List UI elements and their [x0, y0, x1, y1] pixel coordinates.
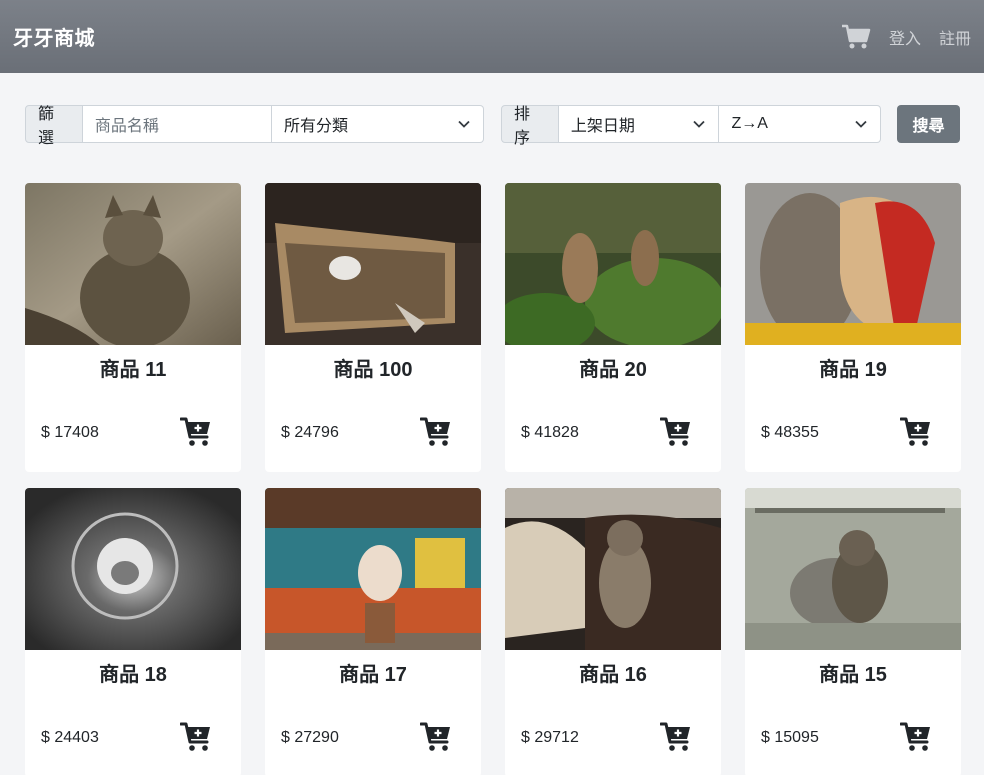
category-select[interactable]: 所有分類 — [271, 105, 484, 143]
chevron-down-icon — [458, 120, 470, 128]
add-to-cart-icon[interactable] — [420, 417, 452, 447]
category-value: 所有分類 — [283, 118, 348, 135]
sort-order-value: Z→A — [731, 115, 768, 132]
product-title[interactable]: 商品 20 — [505, 353, 721, 382]
add-to-cart-icon[interactable] — [900, 722, 932, 752]
search-button[interactable]: 搜尋 — [897, 105, 960, 143]
chevron-down-icon — [855, 120, 867, 128]
product-price: $ 48355 — [761, 424, 819, 441]
add-to-cart-icon[interactable] — [420, 722, 452, 752]
login-link[interactable]: 登入 — [889, 25, 921, 49]
product-title[interactable]: 商品 17 — [265, 658, 481, 687]
product-title[interactable]: 商品 19 — [745, 353, 961, 382]
product-name-placeholder: 商品名稱 — [94, 118, 159, 135]
product-price: $ 17408 — [41, 424, 99, 441]
add-to-cart-icon[interactable] — [900, 417, 932, 447]
product-card[interactable]: 商品 18 $ 24403 — [25, 488, 241, 775]
product-card[interactable]: 商品 16 $ 29712 — [505, 488, 721, 775]
product-title[interactable]: 商品 18 — [25, 658, 241, 687]
product-image[interactable] — [505, 183, 721, 345]
product-card[interactable]: 商品 20 $ 41828 — [505, 183, 721, 472]
product-card[interactable]: 商品 15 $ 15095 — [745, 488, 961, 775]
product-price: $ 24403 — [41, 729, 99, 746]
nav-right: 登入 註冊 — [841, 23, 971, 51]
brand-logo[interactable]: 牙牙商城 — [13, 22, 95, 51]
product-card[interactable]: 商品 19 $ 48355 — [745, 183, 961, 472]
sort-order-select[interactable]: Z→A — [719, 105, 881, 143]
product-image[interactable] — [505, 488, 721, 650]
cart-icon[interactable] — [841, 23, 871, 51]
add-to-cart-icon[interactable] — [660, 417, 692, 447]
add-to-cart-icon[interactable] — [180, 722, 212, 752]
sort-field-value: 上架日期 — [570, 118, 635, 135]
sort-group: 排序 上架日期 Z→A — [501, 105, 881, 147]
product-name-input[interactable]: 商品名稱 — [82, 105, 272, 143]
filter-group: 篩選 商品名稱 所有分類 — [25, 105, 484, 147]
sort-label: 排序 — [501, 105, 559, 147]
sort-field-select[interactable]: 上架日期 — [558, 105, 720, 143]
product-image[interactable] — [265, 183, 481, 345]
product-card[interactable]: 商品 17 $ 27290 — [265, 488, 481, 775]
product-title[interactable]: 商品 15 — [745, 658, 961, 687]
product-card[interactable]: 商品 11 $ 17408 — [25, 183, 241, 472]
filter-label: 篩選 — [25, 105, 83, 147]
product-image[interactable] — [265, 488, 481, 650]
product-image[interactable] — [745, 183, 961, 345]
add-to-cart-icon[interactable] — [180, 417, 212, 447]
chevron-down-icon — [693, 120, 706, 128]
product-title[interactable]: 商品 11 — [25, 353, 241, 382]
product-title[interactable]: 商品 100 — [265, 353, 481, 382]
product-price: $ 27290 — [281, 729, 339, 746]
product-title[interactable]: 商品 16 — [505, 658, 721, 687]
add-to-cart-icon[interactable] — [660, 722, 692, 752]
product-image[interactable] — [25, 488, 241, 650]
navbar: 牙牙商城 登入 註冊 — [0, 0, 984, 73]
product-image[interactable] — [745, 488, 961, 650]
product-price: $ 24796 — [281, 424, 339, 441]
product-price: $ 15095 — [761, 729, 819, 746]
product-price: $ 41828 — [521, 424, 579, 441]
product-card[interactable]: 商品 100 $ 24796 — [265, 183, 481, 472]
product-image[interactable] — [25, 183, 241, 345]
filter-toolbar: 篩選 商品名稱 所有分類 排序 上架日期 Z→A 搜尋 — [25, 105, 960, 147]
register-link[interactable]: 註冊 — [939, 25, 971, 49]
product-price: $ 29712 — [521, 729, 579, 746]
